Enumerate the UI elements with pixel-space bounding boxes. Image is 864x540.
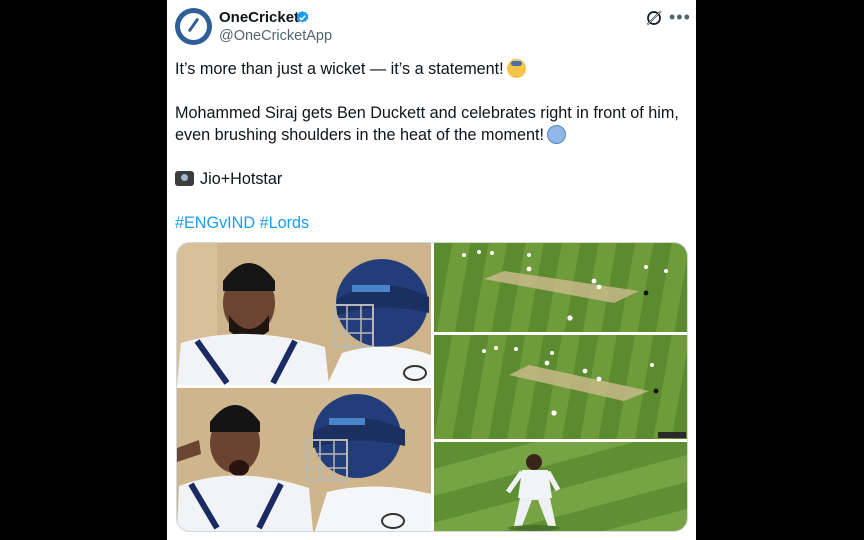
avatar[interactable]: [175, 8, 212, 45]
siraj-celebration-closeup-2[interactable]: [177, 388, 431, 531]
aerial-field-view-2[interactable]: [434, 335, 687, 439]
fielder-closeup[interactable]: [434, 442, 687, 531]
post-line-3: even brushing shoulders in the heat of t…: [175, 126, 544, 144]
account-handle[interactable]: @OneCricketApp: [219, 28, 332, 44]
celebration-image-1: [177, 243, 431, 385]
post-line-2: Mohammed Siraj gets Ben Duckett and cele…: [175, 104, 679, 122]
more-options-icon[interactable]: •••: [669, 8, 691, 26]
hashtag-lords[interactable]: #Lords: [260, 214, 310, 232]
hashtag-engvind[interactable]: #ENGvIND: [175, 214, 255, 232]
grok-icon[interactable]: [645, 9, 663, 27]
field-image-1: [462, 250, 668, 321]
tweet-card: OneCricket @OneCricketApp ••• It’s more …: [167, 0, 696, 540]
display-name[interactable]: OneCricket: [219, 9, 299, 26]
flexed-biceps-emoji: [546, 125, 566, 144]
aerial-field-view-1[interactable]: [434, 243, 687, 332]
celebration-image-2: [177, 388, 431, 531]
siraj-celebration-closeup-1[interactable]: [177, 243, 431, 385]
media-credit: Jio+Hotstar: [200, 170, 283, 188]
post-line-1: It’s more than just a wicket — it’s a st…: [175, 60, 504, 78]
field-image-2: [482, 346, 686, 438]
camera-emoji: [175, 171, 194, 186]
verified-badge-icon: [296, 10, 309, 23]
tweet-text: It’s more than just a wicket — it’s a st…: [175, 58, 685, 234]
saluting-face-emoji: [506, 59, 526, 78]
fielder-image: [505, 454, 561, 531]
onecricket-logo-icon: [180, 13, 207, 40]
media-grid[interactable]: [176, 242, 688, 532]
